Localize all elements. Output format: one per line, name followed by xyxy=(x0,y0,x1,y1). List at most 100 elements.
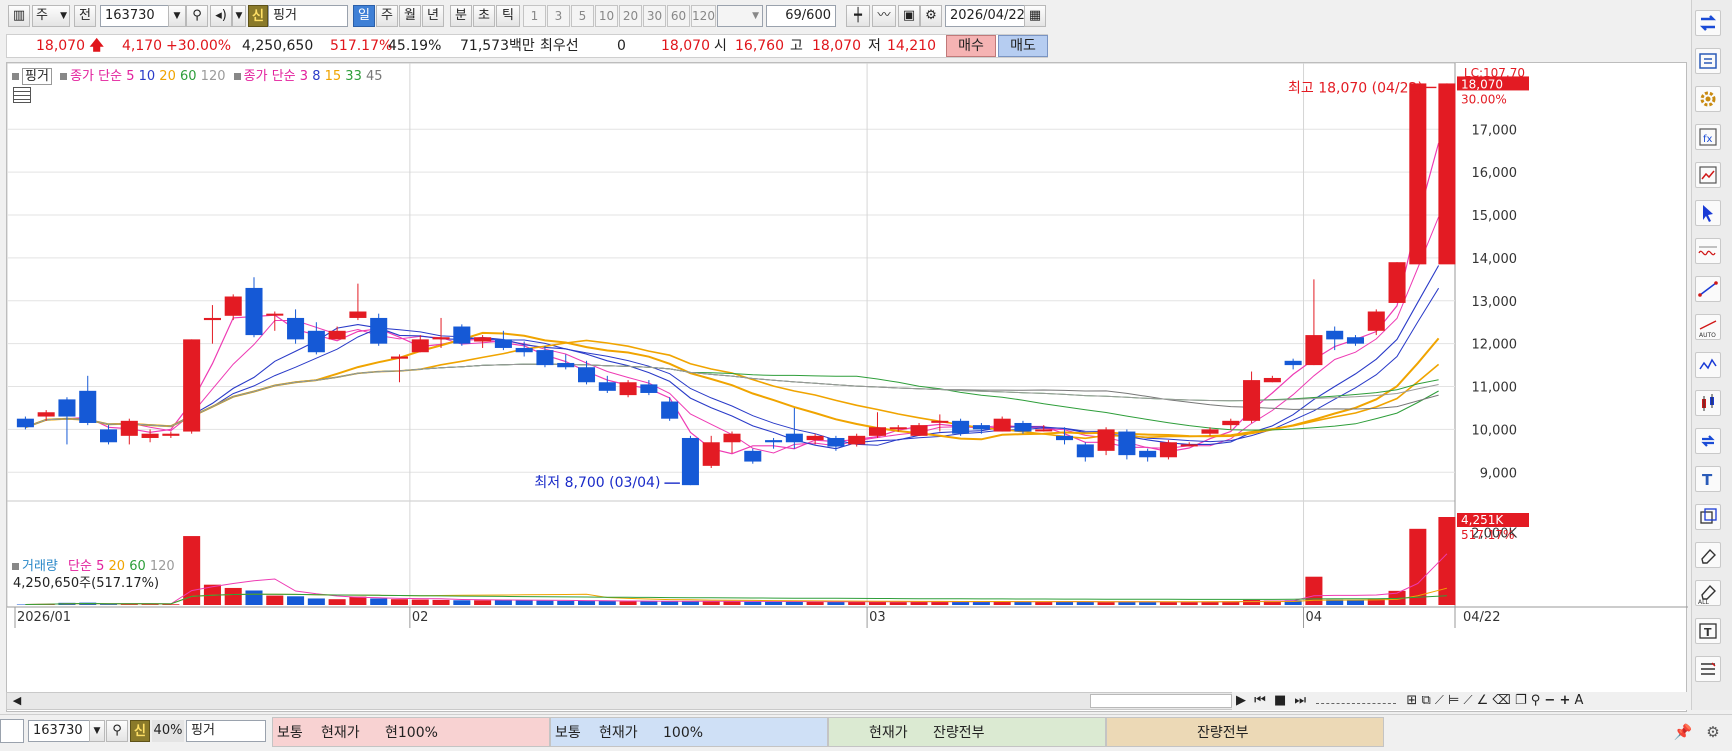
candle-body xyxy=(952,420,970,434)
fib-icon[interactable]: ⊨ xyxy=(1448,693,1459,708)
play-forward-icon[interactable]: ▶ xyxy=(1236,693,1246,708)
zoom-out-icon[interactable]: − xyxy=(1544,693,1555,708)
bottom-left-field[interactable] xyxy=(0,719,24,743)
zigzag-icon[interactable] xyxy=(1695,352,1721,378)
candle-body xyxy=(868,427,886,436)
candle-body xyxy=(1222,420,1240,426)
copy-chart-icon[interactable]: ⧉ xyxy=(1421,693,1430,708)
speed-slider[interactable] xyxy=(1316,697,1397,704)
candle-body xyxy=(1139,450,1157,458)
cancel-order-panel[interactable]: 잔량전부 xyxy=(1106,717,1384,747)
period-5[interactable]: 5 xyxy=(571,5,594,27)
zoom-box-icon[interactable] xyxy=(1695,504,1721,530)
period-30[interactable]: 30 xyxy=(643,5,666,27)
layout-icon[interactable]: ⊞ xyxy=(1406,693,1417,708)
speaker-dropdown-button[interactable]: ▼ xyxy=(232,5,246,27)
tab-year[interactable]: 년 xyxy=(422,5,444,27)
zoom-in-icon[interactable]: + xyxy=(1559,693,1570,708)
eraser-small-icon[interactable]: ⌫ xyxy=(1492,693,1510,708)
text-size-icon[interactable]: A xyxy=(1575,693,1584,708)
order-type-1[interactable]: 보통 xyxy=(277,718,303,748)
grid-table-icon[interactable] xyxy=(13,87,31,103)
bottom-code-dropdown[interactable]: ▼ xyxy=(89,720,105,742)
order-type-2[interactable]: 보통 xyxy=(555,718,581,748)
market-type-select[interactable]: 주 ▼ xyxy=(32,5,70,27)
bottom-code-input[interactable]: 163730 xyxy=(28,720,90,742)
modify-price-type[interactable]: 현재가 xyxy=(869,718,908,748)
buy-order-panel[interactable]: 보통 현재가 현100% xyxy=(272,717,550,747)
tab-week[interactable]: 주 xyxy=(376,5,398,27)
bottom-stock-name[interactable]: 핑거 xyxy=(186,720,266,742)
calendar-icon[interactable]: ▦ xyxy=(1024,5,1046,27)
zoom-icon[interactable]: ⚲ xyxy=(1531,693,1541,708)
text-tool-icon[interactable]: T xyxy=(1695,466,1721,492)
period-3[interactable]: 3 xyxy=(547,5,570,27)
stock-name-field[interactable]: 핑거 xyxy=(268,5,348,27)
period-10[interactable]: 10 xyxy=(595,5,618,27)
candle-body xyxy=(1388,262,1406,303)
rewind-icon[interactable]: ⏮ xyxy=(1254,693,1266,708)
swap-icon[interactable] xyxy=(1695,48,1721,74)
indicator-icon[interactable] xyxy=(1695,162,1721,188)
text-box-icon[interactable]: T xyxy=(1695,618,1721,644)
buy-button[interactable]: 매수 xyxy=(946,35,996,57)
qty-type-2[interactable]: 100% xyxy=(663,718,703,748)
settings-gear-icon[interactable] xyxy=(1695,86,1721,112)
scroll-left-icon[interactable]: ◀ xyxy=(9,693,25,709)
candle-type-icon[interactable]: ┿ xyxy=(846,5,870,27)
trend-icon[interactable]: ⟋ xyxy=(1435,693,1444,708)
fast-forward-icon[interactable]: ⏭ xyxy=(1294,693,1306,708)
period-1[interactable]: 1 xyxy=(523,5,546,27)
speaker-icon[interactable]: ◂) xyxy=(210,5,232,27)
tab-day[interactable]: 일 xyxy=(353,5,375,27)
eraser-all-icon[interactable]: ALL xyxy=(1695,580,1721,606)
search-icon[interactable]: ⚲ xyxy=(186,5,208,27)
stock-code-input[interactable]: 163730 xyxy=(100,5,170,27)
wave-line-icon[interactable] xyxy=(1695,238,1721,264)
tab-minute[interactable]: 분 xyxy=(450,5,472,27)
modify-qty-type[interactable]: 잔량전부 xyxy=(933,718,985,748)
menu-icon[interactable]: ▥ xyxy=(8,5,30,27)
save-icon[interactable]: ▣ xyxy=(898,5,920,27)
trendline-icon[interactable] xyxy=(1695,276,1721,302)
bottom-search-icon[interactable]: ⚲ xyxy=(106,720,128,742)
period-20[interactable]: 20 xyxy=(619,5,642,27)
period-120[interactable]: 120 xyxy=(691,5,716,27)
sell-order-panel[interactable]: 보통 현재가 100% xyxy=(550,717,828,747)
cursor-icon[interactable] xyxy=(1695,200,1721,226)
price-type-2[interactable]: 현재가 xyxy=(599,718,638,748)
code-dropdown-button[interactable]: ▼ xyxy=(168,5,186,27)
cancel-qty-type[interactable]: 잔량전부 xyxy=(1197,718,1249,748)
sell-button[interactable]: 매도 xyxy=(998,35,1048,57)
date-input[interactable]: 2026/04/22 xyxy=(945,5,1025,27)
chart-area[interactable]: 9,000 10,000 11,000 12,000 13,000 14,000 15,00… xyxy=(6,62,1688,713)
draw-line-icon[interactable]: ⟋ xyxy=(1463,693,1472,708)
eraser-icon[interactable] xyxy=(1695,542,1721,568)
scroll-thumb[interactable] xyxy=(1090,694,1232,708)
window-icon[interactable]: ❐ xyxy=(1515,693,1527,708)
settings-gear-icon[interactable]: ⚙ xyxy=(920,5,942,27)
period-60[interactable]: 60 xyxy=(667,5,690,27)
formula-icon[interactable]: fx xyxy=(1695,124,1721,150)
qty-type-1[interactable]: 현100% xyxy=(385,718,438,748)
price-type-1[interactable]: 현재가 xyxy=(321,718,360,748)
tab-second[interactable]: 초 xyxy=(473,5,495,27)
count-input[interactable]: 69/600 xyxy=(766,5,836,27)
pin-icon[interactable]: 📌 xyxy=(1672,720,1694,744)
rotate-icon[interactable] xyxy=(1695,428,1721,454)
draw-angle-icon[interactable]: ∠ xyxy=(1477,693,1489,708)
tab-month[interactable]: 월 xyxy=(399,5,421,27)
price-volume-chart[interactable]: 9,000 10,000 11,000 12,000 13,000 14,000 15,00… xyxy=(7,63,1688,713)
refresh-arrows-icon[interactable] xyxy=(1695,10,1721,36)
line-type-icon[interactable]: 〰 xyxy=(872,5,896,27)
all-button[interactable]: 전 xyxy=(74,5,96,27)
tab-tick[interactable]: 틱 xyxy=(496,5,520,27)
stop-icon[interactable]: ■ xyxy=(1274,693,1286,708)
auto-trend-icon[interactable]: AUTO xyxy=(1695,314,1721,340)
candle-icon[interactable] xyxy=(1695,390,1721,416)
modify-order-panel[interactable]: 현재가 잔량전부 xyxy=(828,717,1106,747)
bottom-new-badge: 신 xyxy=(130,720,150,742)
period-custom-select[interactable]: ▼ xyxy=(717,5,763,27)
list-tool-icon[interactable] xyxy=(1695,656,1721,682)
bottom-settings-gear-icon[interactable]: ⚙ xyxy=(1702,720,1724,744)
